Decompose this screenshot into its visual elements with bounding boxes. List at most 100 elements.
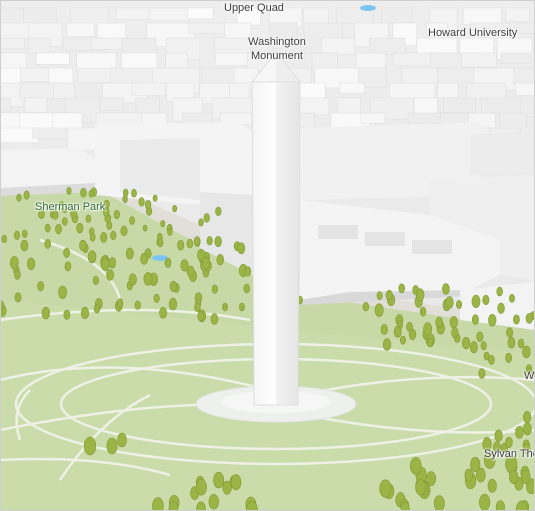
tree xyxy=(106,221,113,230)
tree xyxy=(399,335,406,345)
tree xyxy=(393,325,402,338)
tree xyxy=(215,206,222,216)
label-washington-monument[interactable]: Washington Monument xyxy=(240,35,314,63)
label-sherman-park[interactable]: Sherman Park xyxy=(35,200,105,214)
tree xyxy=(239,302,245,312)
building xyxy=(28,37,51,54)
tree xyxy=(409,457,422,475)
building xyxy=(381,7,413,24)
tree xyxy=(138,197,145,207)
washington-monument[interactable] xyxy=(251,51,301,406)
tree xyxy=(194,236,201,246)
tree xyxy=(517,338,525,349)
tree xyxy=(93,303,101,314)
tree xyxy=(92,275,99,286)
tree xyxy=(89,232,96,242)
building xyxy=(70,7,109,25)
tree xyxy=(374,303,384,317)
tree xyxy=(497,302,505,314)
tree xyxy=(478,368,486,379)
map-canvas[interactable] xyxy=(0,0,535,511)
tree xyxy=(63,247,71,258)
tree xyxy=(462,337,471,350)
tree xyxy=(508,469,519,484)
tree xyxy=(198,218,204,227)
tree xyxy=(177,239,185,251)
tree xyxy=(244,266,252,277)
building xyxy=(413,97,438,116)
tree xyxy=(423,322,433,336)
tree xyxy=(37,281,45,292)
building xyxy=(135,97,160,114)
tree xyxy=(41,306,50,320)
label-howard-university[interactable]: Howard University xyxy=(428,26,517,40)
tree xyxy=(140,252,149,265)
tree xyxy=(398,283,405,294)
tree xyxy=(100,257,110,271)
tree xyxy=(471,314,479,325)
tree xyxy=(116,298,124,308)
tree xyxy=(14,292,22,303)
tree xyxy=(415,288,425,302)
tree xyxy=(23,190,30,200)
tree xyxy=(442,283,450,295)
tree xyxy=(482,294,490,306)
building xyxy=(76,52,117,70)
building xyxy=(516,22,535,34)
tree xyxy=(9,256,19,270)
tree xyxy=(194,302,201,313)
tree xyxy=(451,327,459,339)
tree xyxy=(117,432,127,448)
tree xyxy=(195,478,207,496)
tree xyxy=(385,289,393,301)
tree xyxy=(211,284,218,294)
label-sylvan-theater[interactable]: Sylvan The xyxy=(484,447,535,461)
building xyxy=(461,52,497,68)
tree xyxy=(509,293,515,303)
tree xyxy=(152,194,158,202)
building xyxy=(187,7,214,20)
tree xyxy=(168,297,178,311)
tree xyxy=(522,345,531,359)
tree xyxy=(152,497,164,511)
tree xyxy=(210,313,219,325)
tree xyxy=(125,247,134,260)
building xyxy=(100,97,124,111)
tree xyxy=(164,257,172,268)
tree xyxy=(243,283,250,294)
tree xyxy=(214,236,222,248)
building xyxy=(35,52,70,65)
tree xyxy=(142,224,148,232)
tree xyxy=(433,495,445,511)
tree xyxy=(44,223,51,233)
building xyxy=(443,97,476,113)
tree xyxy=(213,471,225,489)
tree xyxy=(521,469,531,484)
tree xyxy=(100,232,108,243)
tree xyxy=(469,341,478,354)
tree xyxy=(419,306,427,317)
tree xyxy=(55,223,62,235)
tree xyxy=(379,479,392,498)
tree xyxy=(128,273,137,286)
label-edge-w[interactable]: W xyxy=(524,369,534,383)
building xyxy=(481,97,524,114)
building xyxy=(437,82,459,99)
building xyxy=(77,67,115,83)
tree xyxy=(206,236,213,246)
tree xyxy=(20,239,29,252)
tree xyxy=(186,238,194,249)
tree xyxy=(159,306,167,319)
tree xyxy=(122,188,129,197)
tree xyxy=(464,468,474,482)
label-upper-quad[interactable]: Upper Quad xyxy=(224,1,284,15)
tree xyxy=(523,411,532,424)
tree xyxy=(237,242,246,255)
tree xyxy=(376,291,383,301)
tree xyxy=(471,294,481,308)
tree xyxy=(14,270,21,280)
building xyxy=(0,37,26,50)
tree xyxy=(129,216,135,225)
tree xyxy=(26,257,36,270)
building xyxy=(360,112,386,124)
